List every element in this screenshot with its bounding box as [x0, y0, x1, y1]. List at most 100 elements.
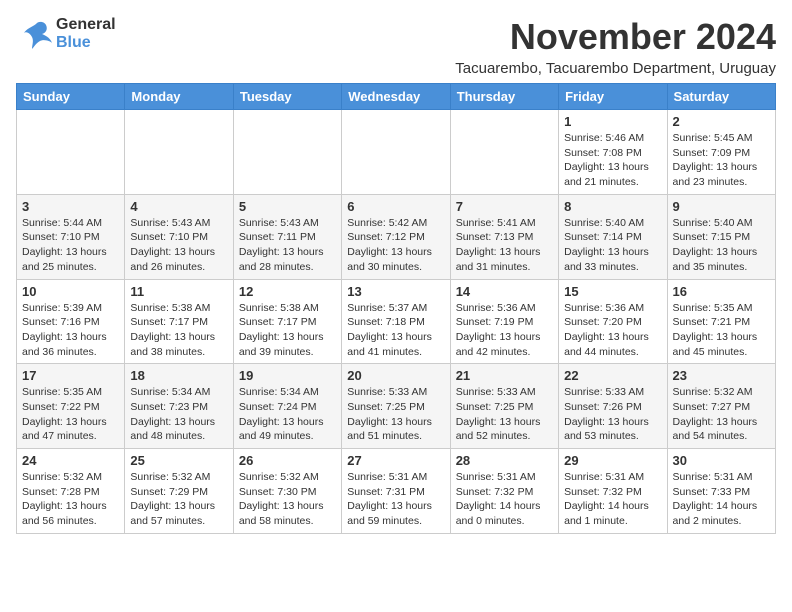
- day-number: 19: [239, 368, 336, 383]
- day-number: 3: [22, 199, 119, 214]
- calendar-cell: 30Sunrise: 5:31 AM Sunset: 7:33 PM Dayli…: [667, 449, 775, 534]
- day-number: 7: [456, 199, 553, 214]
- calendar-cell: 24 Sunrise: 5:32 AM Sunset: 7:28 PM Dayli…: [17, 449, 125, 534]
- day-info: Sunrise: 5:33 AM Sunset: 7:26 PM Dayligh…: [564, 385, 661, 444]
- calendar-cell: 8 Sunrise: 5:40 AM Sunset: 7:14 PM Daylig…: [559, 194, 667, 279]
- day-number: 24: [22, 453, 119, 468]
- calendar-cell: [342, 110, 450, 195]
- calendar-cell: 21 Sunrise: 5:33 AM Sunset: 7:25 PM Dayli…: [450, 364, 558, 449]
- calendar-cell: 22 Sunrise: 5:33 AM Sunset: 7:26 PM Dayli…: [559, 364, 667, 449]
- day-number: 26: [239, 453, 336, 468]
- day-number: 2: [673, 114, 770, 129]
- calendar-cell: [125, 110, 233, 195]
- calendar-cell: 14 Sunrise: 5:36 AM Sunset: 7:19 PM Dayli…: [450, 279, 558, 364]
- day-number: 20: [347, 368, 444, 383]
- day-number: 13: [347, 284, 444, 299]
- day-header-friday: Friday: [559, 84, 667, 110]
- day-header-tuesday: Tuesday: [233, 84, 341, 110]
- day-header-sunday: Sunday: [17, 84, 125, 110]
- calendar-cell: 11 Sunrise: 5:38 AM Sunset: 7:17 PM Dayli…: [125, 279, 233, 364]
- header: General Blue November 2024 Tacuarembo, T…: [16, 16, 776, 77]
- calendar-cell: 16Sunrise: 5:35 AM Sunset: 7:21 PM Dayli…: [667, 279, 775, 364]
- calendar-cell: [233, 110, 341, 195]
- logo-text: General Blue: [56, 16, 116, 52]
- day-info: Sunrise: 5:44 AM Sunset: 7:10 PM Dayligh…: [22, 216, 119, 275]
- week-row-3: 10Sunrise: 5:39 AM Sunset: 7:16 PM Dayli…: [17, 279, 776, 364]
- calendar-cell: 26 Sunrise: 5:32 AM Sunset: 7:30 PM Dayli…: [233, 449, 341, 534]
- month-title: November 2024: [455, 16, 776, 58]
- day-info: Sunrise: 5:31 AM Sunset: 7:31 PM Dayligh…: [347, 470, 444, 529]
- logo-icon: [16, 19, 52, 49]
- calendar-cell: 28 Sunrise: 5:31 AM Sunset: 7:32 PM Dayli…: [450, 449, 558, 534]
- day-number: 17: [22, 368, 119, 383]
- day-header-thursday: Thursday: [450, 84, 558, 110]
- day-number: 1: [564, 114, 661, 129]
- day-info: Sunrise: 5:31 AM Sunset: 7:32 PM Dayligh…: [564, 470, 661, 529]
- day-info: Sunrise: 5:41 AM Sunset: 7:13 PM Dayligh…: [456, 216, 553, 275]
- week-row-2: 3 Sunrise: 5:44 AM Sunset: 7:10 PM Daylig…: [17, 194, 776, 279]
- calendar-cell: 15 Sunrise: 5:36 AM Sunset: 7:20 PM Dayli…: [559, 279, 667, 364]
- week-row-1: 1Sunrise: 5:46 AM Sunset: 7:08 PM Daylig…: [17, 110, 776, 195]
- calendar-cell: 25 Sunrise: 5:32 AM Sunset: 7:29 PM Dayli…: [125, 449, 233, 534]
- calendar-cell: 12 Sunrise: 5:38 AM Sunset: 7:17 PM Dayli…: [233, 279, 341, 364]
- day-info: Sunrise: 5:36 AM Sunset: 7:19 PM Dayligh…: [456, 301, 553, 360]
- day-info: Sunrise: 5:32 AM Sunset: 7:29 PM Dayligh…: [130, 470, 227, 529]
- day-info: Sunrise: 5:32 AM Sunset: 7:27 PM Dayligh…: [673, 385, 770, 444]
- day-info: Sunrise: 5:34 AM Sunset: 7:23 PM Dayligh…: [130, 385, 227, 444]
- calendar-cell: 1Sunrise: 5:46 AM Sunset: 7:08 PM Daylig…: [559, 110, 667, 195]
- day-info: Sunrise: 5:33 AM Sunset: 7:25 PM Dayligh…: [347, 385, 444, 444]
- day-header-wednesday: Wednesday: [342, 84, 450, 110]
- day-info: Sunrise: 5:37 AM Sunset: 7:18 PM Dayligh…: [347, 301, 444, 360]
- day-number: 4: [130, 199, 227, 214]
- day-number: 5: [239, 199, 336, 214]
- calendar-cell: 9 Sunrise: 5:40 AM Sunset: 7:15 PM Daylig…: [667, 194, 775, 279]
- calendar-cell: 2 Sunrise: 5:45 AM Sunset: 7:09 PM Daylig…: [667, 110, 775, 195]
- week-row-5: 24 Sunrise: 5:32 AM Sunset: 7:28 PM Dayli…: [17, 449, 776, 534]
- day-info: Sunrise: 5:45 AM Sunset: 7:09 PM Dayligh…: [673, 131, 770, 190]
- calendar-cell: 13 Sunrise: 5:37 AM Sunset: 7:18 PM Dayli…: [342, 279, 450, 364]
- day-info: Sunrise: 5:43 AM Sunset: 7:10 PM Dayligh…: [130, 216, 227, 275]
- day-number: 12: [239, 284, 336, 299]
- calendar-cell: 27 Sunrise: 5:31 AM Sunset: 7:31 PM Dayli…: [342, 449, 450, 534]
- calendar-cell: 5 Sunrise: 5:43 AM Sunset: 7:11 PM Daylig…: [233, 194, 341, 279]
- day-number: 30: [673, 453, 770, 468]
- day-number: 21: [456, 368, 553, 383]
- calendar-cell: 23 Sunrise: 5:32 AM Sunset: 7:27 PM Dayli…: [667, 364, 775, 449]
- day-number: 18: [130, 368, 227, 383]
- day-header-monday: Monday: [125, 84, 233, 110]
- day-info: Sunrise: 5:40 AM Sunset: 7:15 PM Dayligh…: [673, 216, 770, 275]
- day-number: 10: [22, 284, 119, 299]
- day-number: 8: [564, 199, 661, 214]
- day-info: Sunrise: 5:32 AM Sunset: 7:30 PM Dayligh…: [239, 470, 336, 529]
- day-number: 15: [564, 284, 661, 299]
- day-number: 14: [456, 284, 553, 299]
- day-number: 25: [130, 453, 227, 468]
- day-info: Sunrise: 5:35 AM Sunset: 7:22 PM Dayligh…: [22, 385, 119, 444]
- calendar-cell: 3 Sunrise: 5:44 AM Sunset: 7:10 PM Daylig…: [17, 194, 125, 279]
- calendar-cell: 10Sunrise: 5:39 AM Sunset: 7:16 PM Dayli…: [17, 279, 125, 364]
- day-number: 27: [347, 453, 444, 468]
- day-number: 29: [564, 453, 661, 468]
- day-info: Sunrise: 5:38 AM Sunset: 7:17 PM Dayligh…: [130, 301, 227, 360]
- calendar-cell: [17, 110, 125, 195]
- day-info: Sunrise: 5:31 AM Sunset: 7:32 PM Dayligh…: [456, 470, 553, 529]
- week-row-4: 17 Sunrise: 5:35 AM Sunset: 7:22 PM Dayli…: [17, 364, 776, 449]
- title-area: November 2024 Tacuarembo, Tacuarembo Dep…: [455, 16, 776, 77]
- day-number: 9: [673, 199, 770, 214]
- day-info: Sunrise: 5:36 AM Sunset: 7:20 PM Dayligh…: [564, 301, 661, 360]
- day-number: 22: [564, 368, 661, 383]
- calendar-cell: 19 Sunrise: 5:34 AM Sunset: 7:24 PM Dayli…: [233, 364, 341, 449]
- day-info: Sunrise: 5:34 AM Sunset: 7:24 PM Dayligh…: [239, 385, 336, 444]
- location-subtitle: Tacuarembo, Tacuarembo Department, Urugu…: [455, 60, 776, 77]
- day-info: Sunrise: 5:32 AM Sunset: 7:28 PM Dayligh…: [22, 470, 119, 529]
- days-header-row: SundayMondayTuesdayWednesdayThursdayFrid…: [17, 84, 776, 110]
- day-info: Sunrise: 5:33 AM Sunset: 7:25 PM Dayligh…: [456, 385, 553, 444]
- day-number: 11: [130, 284, 227, 299]
- day-number: 28: [456, 453, 553, 468]
- day-info: Sunrise: 5:40 AM Sunset: 7:14 PM Dayligh…: [564, 216, 661, 275]
- day-number: 23: [673, 368, 770, 383]
- day-info: Sunrise: 5:38 AM Sunset: 7:17 PM Dayligh…: [239, 301, 336, 360]
- day-info: Sunrise: 5:42 AM Sunset: 7:12 PM Dayligh…: [347, 216, 444, 275]
- day-header-saturday: Saturday: [667, 84, 775, 110]
- day-info: Sunrise: 5:43 AM Sunset: 7:11 PM Dayligh…: [239, 216, 336, 275]
